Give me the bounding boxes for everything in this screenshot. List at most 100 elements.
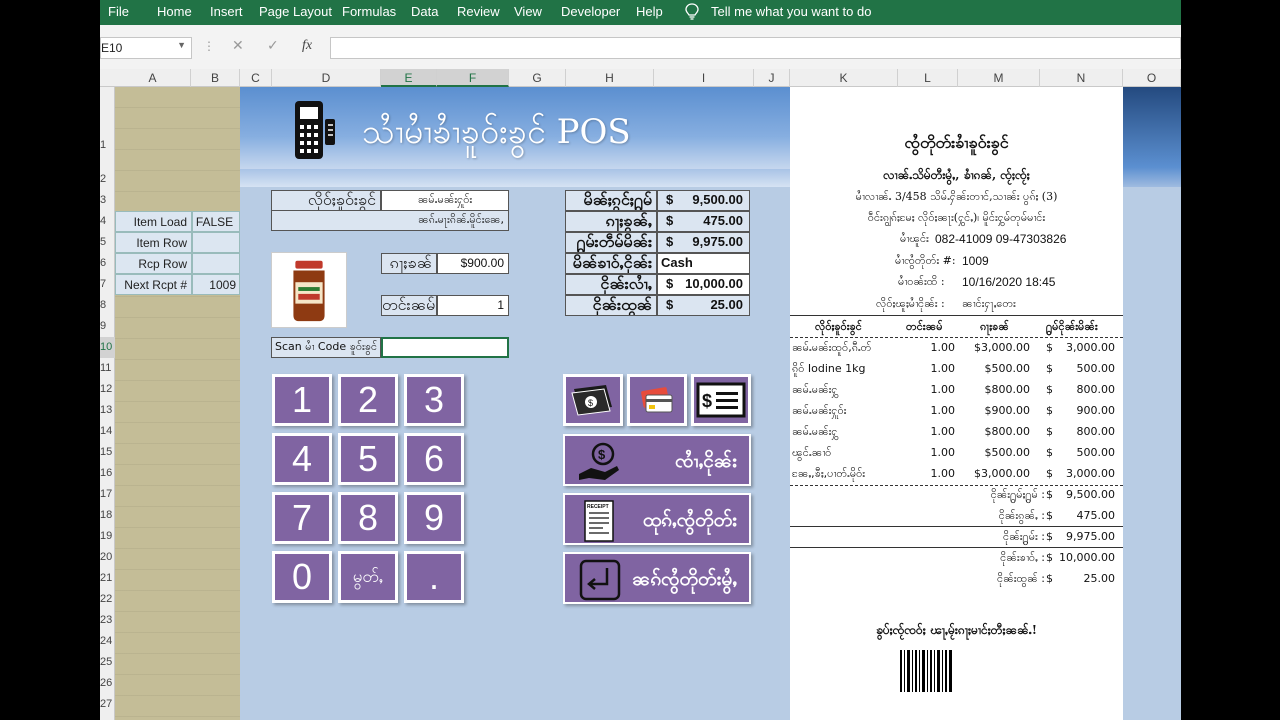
row-header-26[interactable]: 26 [100,673,115,694]
key-0[interactable]: 0 [272,551,332,603]
item-name-label: လိုဝ်ႈၶူဝ်းၶွင် [271,190,381,211]
print-receipt-button[interactable]: RECEIPT ထုၵ်ႇၸွႆတိုတ်း [563,493,751,545]
row-header-11[interactable]: 11 [100,358,115,379]
key-1[interactable]: 1 [272,374,332,426]
row-headers: 1 2 3 4 5 6 7 8 9 10 11 12 13 14 15 16 1… [100,87,115,720]
info-value[interactable] [192,253,240,274]
key-7[interactable]: 7 [272,492,332,544]
row-header-22[interactable]: 22 [100,589,115,610]
check-button[interactable]: $ [691,374,751,426]
column-header-m[interactable]: M [958,69,1040,87]
item-currency: $ [1046,467,1053,480]
row-header-17[interactable]: 17 [100,484,115,505]
qty-input[interactable]: 1 [437,295,509,316]
key-8[interactable]: 8 [338,492,398,544]
row-header-18[interactable]: 18 [100,505,115,526]
scan-code-input[interactable] [381,337,509,358]
column-header-g[interactable]: G [509,69,566,87]
drag-handle-icon[interactable]: ⋮ [203,39,215,53]
row-header-13[interactable]: 13 [100,400,115,421]
row-header-23[interactable]: 23 [100,610,115,631]
amount: 9,975.00 [692,234,743,249]
svg-text:$: $ [588,398,593,408]
row-header-21[interactable]: 21 [100,568,115,589]
name-box[interactable]: E10 ▼ [100,37,192,59]
key-clear[interactable]: မွတ်ႇ [338,551,398,603]
item-qty: 1.00 [930,404,956,417]
key-2[interactable]: 2 [338,374,398,426]
cancel-icon[interactable]: ✕ [232,38,244,54]
row-header-19[interactable]: 19 [100,526,115,547]
tab-developer[interactable]: Developer [561,4,620,19]
tab-review[interactable]: Review [457,4,500,19]
key-4[interactable]: 4 [272,433,332,485]
tab-view[interactable]: View [514,4,542,19]
tab-formulas[interactable]: Formulas [342,4,396,19]
column-header-n[interactable]: N [1040,69,1123,87]
column-header-a[interactable]: A [115,69,191,87]
info-value[interactable]: FALSE [192,211,240,232]
row-header-12[interactable]: 12 [100,379,115,400]
tab-help[interactable]: Help [636,4,663,19]
formula-input[interactable] [330,37,1181,59]
row-header-27[interactable]: 27 [100,694,115,715]
column-header-c[interactable]: C [240,69,272,87]
key-9[interactable]: 9 [404,492,464,544]
column-header-i[interactable]: I [654,69,754,87]
row-header-3[interactable]: 3 [100,190,115,211]
row-header-15[interactable]: 15 [100,442,115,463]
column-header-b[interactable]: B [191,69,240,87]
tab-data[interactable]: Data [411,4,438,19]
receipt-return-button[interactable]: ၼၵ်ၸွႆတိုတ်းမွႆႇ [563,552,751,604]
key-decimal[interactable]: . [404,551,464,603]
chevron-down-icon[interactable]: ▼ [177,40,186,50]
lightbulb-icon [685,3,699,20]
row-header-2[interactable]: 2 [100,169,115,190]
column-header-e[interactable]: E [381,69,437,87]
row-header-5[interactable]: 5 [100,232,115,253]
column-header-h[interactable]: H [566,69,654,87]
row-header-16[interactable]: 16 [100,463,115,484]
tab-insert[interactable]: Insert [210,4,243,19]
tab-home[interactable]: Home [157,4,192,19]
row-header-7[interactable]: 7 [100,274,115,295]
row-header-10[interactable]: 10 [100,337,115,358]
enter-icon[interactable]: ✓ [267,38,279,54]
item-name-value[interactable]: ၼမ်ႉမၼ်းႁူဝ်း [381,190,509,211]
column-header-f[interactable]: F [437,69,509,87]
insert-function-button[interactable]: fx [302,38,312,54]
info-value[interactable] [192,232,240,253]
row-header-1[interactable]: 1 [100,87,115,167]
column-header-k[interactable]: K [790,69,898,87]
sum-amount: 9,975.00 [1066,530,1115,543]
row-header-9[interactable]: 9 [100,316,115,337]
row-header-25[interactable]: 25 [100,652,115,673]
row-header-14[interactable]: 14 [100,421,115,442]
column-header-j[interactable]: J [754,69,790,87]
key-3[interactable]: 3 [404,374,464,426]
row-header-6[interactable]: 6 [100,253,115,274]
item-name: ၼမ်ႉမၼ်းထူဝ်,ၵီႉတ် [792,341,872,354]
row-header-20[interactable]: 20 [100,547,115,568]
row-header-24[interactable]: 24 [100,631,115,652]
payment-type-value[interactable]: Cash [657,253,750,274]
pay-button[interactable]: $ ၸၢႆႇငိုၼ်း [563,434,751,486]
tab-file[interactable]: File [108,4,129,19]
key-5[interactable]: 5 [338,433,398,485]
column-header-o[interactable]: O [1123,69,1181,87]
paid-value[interactable]: $10,000.00 [657,274,750,295]
tell-me-search[interactable]: Tell me what you want to do [711,4,871,19]
card-button[interactable] [627,374,687,426]
sum-amount: 9,500.00 [1066,488,1115,501]
tab-page-layout[interactable]: Page Layout [259,4,332,19]
column-header-d[interactable]: D [272,69,381,87]
change-label: ငိုၼ်းထွၼ် [565,295,657,316]
row-header-4[interactable]: 4 [100,211,115,232]
column-header-l[interactable]: L [898,69,958,87]
key-6[interactable]: 6 [404,433,464,485]
info-value[interactable]: 1009 [192,274,240,295]
cash-button[interactable]: $ [563,374,623,426]
row-header-8[interactable]: 8 [100,295,115,316]
item-price: $3,000.00 [974,467,1030,480]
price-value[interactable]: $900.00 [437,253,509,274]
